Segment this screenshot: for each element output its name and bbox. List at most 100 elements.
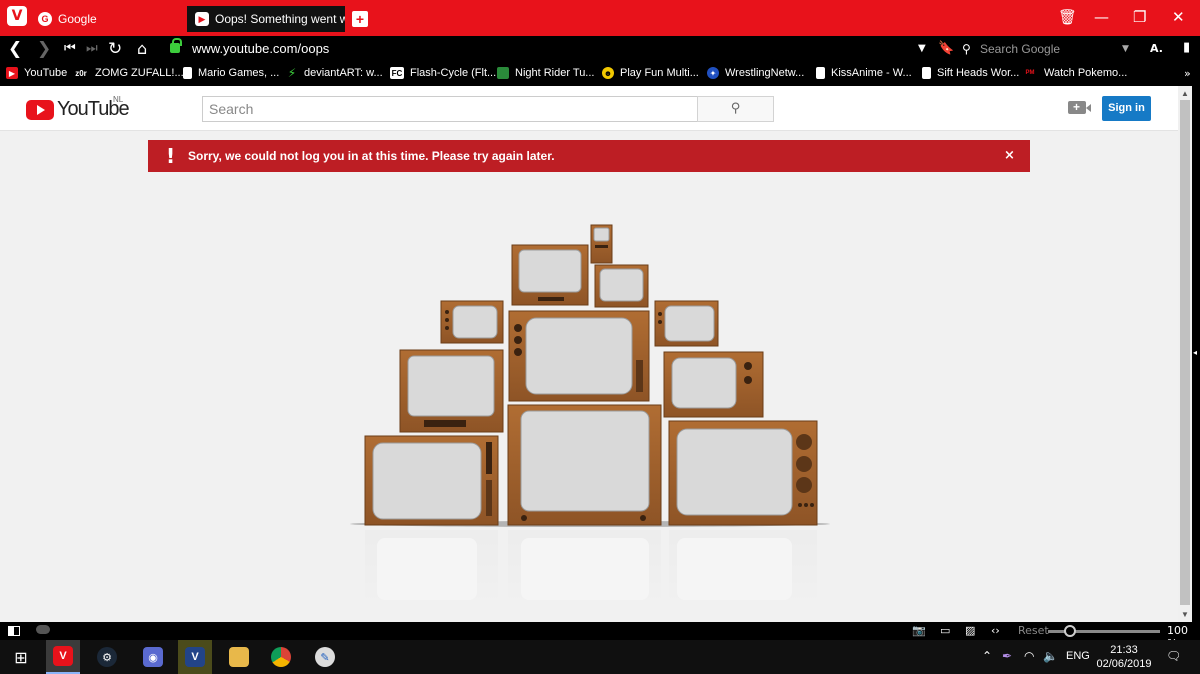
taskbar-vegas[interactable]: V [178, 640, 212, 674]
trash-icon[interactable]: 🗑 [1058, 8, 1077, 26]
bookmark-nightrider[interactable]: Night Rider Tu... [497, 67, 594, 79]
tv-middle-center [508, 310, 650, 402]
scrollbar-thumb[interactable] [1180, 100, 1190, 605]
bookmark-wrestling[interactable]: ✦ WrestlingNetw... [707, 67, 804, 79]
url-field[interactable]: www.youtube.com/oops [192, 41, 329, 56]
login-error-alert: ! Sorry, we could not log you in at this… [148, 140, 1030, 172]
zoom-reset-button[interactable]: Reset [1018, 624, 1049, 637]
profile-button[interactable]: A. [1150, 42, 1163, 55]
alert-close-button[interactable]: × [1004, 148, 1015, 163]
pen-icon[interactable]: ✒ [1002, 649, 1012, 663]
start-button[interactable]: ⊞ [4, 640, 38, 674]
home-icon[interactable]: ⌂ [137, 39, 147, 58]
google-icon: G [38, 12, 52, 26]
bookmark-kissanime[interactable]: KissAnime - W... [816, 67, 912, 79]
taskbar-file-explorer[interactable] [222, 640, 256, 674]
tv-upper-center [511, 244, 589, 306]
page-icon [183, 67, 192, 79]
reload-icon[interactable]: ↻ [108, 39, 122, 59]
extensions-icon[interactable]: ▮ [1183, 40, 1190, 55]
sign-in-button[interactable]: Sign in [1102, 96, 1151, 121]
tray-overflow-icon[interactable]: ⌃ [982, 649, 992, 663]
new-tab-button[interactable]: + [352, 11, 368, 27]
fast-forward-icon[interactable]: ⏭ [86, 41, 98, 56]
taskbar-game-app[interactable]: ◉ [136, 640, 170, 674]
tv-upper-right [654, 300, 719, 347]
system-clock[interactable]: 21:33 02/06/2019 [1094, 643, 1154, 671]
taskbar-steam[interactable]: ⚙ [90, 640, 124, 674]
more-bookmarks-icon[interactable]: » [1184, 67, 1191, 80]
scroll-down-icon[interactable]: ▼ [1181, 610, 1189, 619]
bookmark-siftheads[interactable]: Sift Heads Wor... [922, 67, 1019, 79]
tab-title: Oops! Something went wro [215, 12, 345, 26]
page-icon [922, 67, 931, 79]
tv-upper-right-small [594, 264, 649, 308]
taskbar-chrome[interactable] [264, 640, 298, 674]
windows-logo-icon: ⊞ [14, 647, 28, 667]
clock-time: 21:33 [1110, 644, 1138, 656]
bookmark-playfun[interactable]: ☻ Play Fun Multi... [602, 67, 699, 79]
region-code: NL [113, 95, 124, 104]
side-panel-toggle[interactable]: ◂ [1192, 86, 1200, 622]
close-window-icon[interactable]: ✕ [1172, 8, 1185, 26]
restore-icon[interactable]: ❐ [1133, 8, 1146, 26]
youtube-search-button[interactable]: ⚲ [697, 96, 774, 122]
taskbar-paint[interactable]: ✎ [308, 640, 342, 674]
bookmark-icon[interactable]: 🔖 [938, 41, 954, 56]
steam-icon: ⚙ [97, 647, 117, 667]
volume-icon[interactable]: 🔈 [1043, 649, 1058, 663]
tv-stack-graphic [350, 224, 830, 600]
dropdown-icon[interactable]: ▼ [918, 43, 926, 54]
browser-status-bar: 📷 ▭ ▨ ‹› Reset 100 % [0, 622, 1200, 650]
search-icon: ⚲ [962, 42, 971, 56]
bookmark-pokemon[interactable]: PM Watch Pokemo... [1022, 67, 1128, 79]
address-bar: ❮ ❯ ⏮ ⏭ ↻ ⌂ www.youtube.com/oops ▼ 🔖 ⚲ S… [0, 36, 1200, 62]
bookmark-zomg[interactable]: z0r ZOMG ZUFALL!... [73, 67, 183, 79]
youtube-search-input[interactable]: Search [202, 96, 698, 122]
vegas-icon: V [185, 647, 205, 667]
search-google-field[interactable]: ⚲ Search Google [958, 39, 1136, 59]
clock-date: 02/06/2019 [1096, 658, 1152, 670]
upload-video-icon[interactable]: + [1068, 100, 1091, 114]
tab-youtube-oops[interactable]: ▶ Oops! Something went wro [187, 6, 345, 32]
alert-message: Sorry, we could not log you in at this t… [188, 149, 555, 163]
tv-reflections [365, 530, 817, 600]
nightrider-icon [497, 67, 509, 79]
bookmark-youtube[interactable]: ▶ YouTube [6, 67, 67, 79]
rewind-icon[interactable]: ⏮ [64, 41, 76, 56]
flashcycle-icon: FC [390, 67, 404, 79]
bookmark-flashcycle[interactable]: FC Flash-Cycle (Flt... [390, 67, 496, 79]
paint-palette-icon: ✎ [315, 647, 335, 667]
language-indicator[interactable]: ENG [1066, 650, 1090, 662]
notifications-icon[interactable]: 🗨 [1166, 649, 1181, 663]
back-icon[interactable]: ❮ [8, 39, 22, 59]
smiley-icon: ☻ [602, 67, 614, 79]
minimize-icon[interactable]: — [1094, 8, 1109, 26]
tv-top-tiny [590, 224, 613, 264]
camera-icon[interactable]: 📷 [912, 624, 926, 637]
z0r-icon: z0r [75, 68, 87, 78]
youtube-logo[interactable]: YouTube NL [26, 95, 130, 121]
tab-title: Google [58, 12, 97, 26]
image-icon[interactable]: ▨ [965, 624, 975, 637]
taskbar-vivaldi[interactable]: V [46, 640, 80, 674]
tab-google[interactable]: G Google [30, 6, 182, 32]
panel-toggle-icon[interactable] [8, 626, 20, 636]
tv-bottom-center [507, 404, 662, 526]
zoom-slider-handle[interactable] [1064, 625, 1076, 637]
bookmark-mario[interactable]: Mario Games, ... [183, 67, 279, 79]
windows-taskbar: ⊞ V ⚙ ◉ V ✎ ⌃ ✒ ◠ 🔈 ENG 21:33 02/06/2019… [0, 640, 1200, 674]
bookmark-deviantart[interactable]: ⚡ deviantART: w... [286, 66, 383, 80]
search-engine-dropdown-icon[interactable]: ▼ [1122, 44, 1129, 54]
sync-cloud-icon[interactable] [36, 625, 50, 634]
scroll-up-icon[interactable]: ▲ [1181, 89, 1189, 98]
broken-tv-illustration [340, 220, 840, 600]
window-icon[interactable]: ▭ [940, 624, 950, 637]
wifi-icon[interactable]: ◠ [1024, 649, 1034, 663]
vivaldi-menu-icon[interactable]: V [7, 6, 27, 26]
youtube-icon: ▶ [195, 12, 209, 26]
youtube-icon: ▶ [6, 67, 18, 79]
search-icon: ⚲ [730, 101, 741, 116]
forward-icon[interactable]: ❯ [37, 39, 51, 59]
code-icon[interactable]: ‹› [991, 624, 1000, 637]
